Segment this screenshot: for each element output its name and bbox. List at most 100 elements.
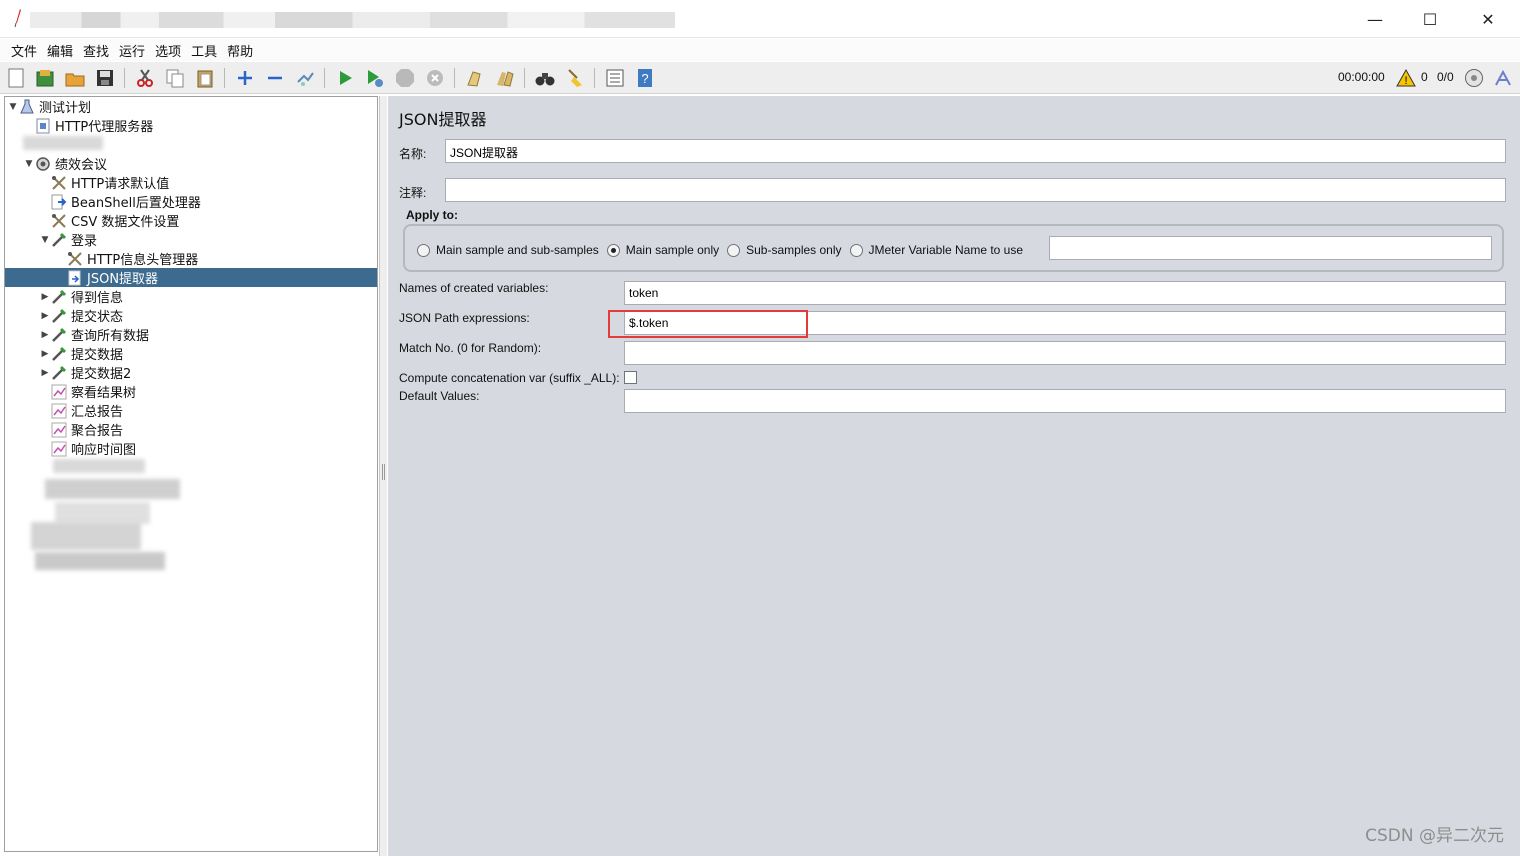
menu-run[interactable]: 运行 xyxy=(114,41,150,60)
function-helper-icon[interactable] xyxy=(604,67,626,89)
radio-sub-only[interactable] xyxy=(727,243,741,257)
tree-item[interactable]: ▼ 测试计划 xyxy=(7,97,91,116)
expand-toggle[interactable]: ▶ xyxy=(39,349,51,359)
expand-toggle[interactable]: ▶ xyxy=(39,330,51,340)
start-icon[interactable] xyxy=(334,67,356,89)
minimize-button[interactable]: — xyxy=(1355,6,1395,32)
names-field[interactable]: token xyxy=(624,281,1506,305)
default-values-label: Default Values: xyxy=(399,389,480,403)
menu-search[interactable]: 查找 xyxy=(78,41,114,60)
cut-icon[interactable] xyxy=(134,67,156,89)
panel-title: JSON提取器 xyxy=(399,110,487,129)
listener-icon xyxy=(51,403,67,419)
search-binoculars-icon[interactable] xyxy=(534,67,556,89)
copy-icon[interactable] xyxy=(164,67,186,89)
menu-help[interactable]: 帮助 xyxy=(222,41,258,60)
collapse-all-icon[interactable] xyxy=(264,67,286,89)
comment-field[interactable] xyxy=(445,178,1506,202)
sampler-icon xyxy=(51,346,67,362)
toggle-icon[interactable] xyxy=(294,67,316,89)
reset-search-icon[interactable] xyxy=(564,67,586,89)
tree-item[interactable]: ▶ 得到信息 xyxy=(39,287,123,306)
open-icon[interactable] xyxy=(64,67,86,89)
tree-item[interactable]: CSV 数据文件设置 xyxy=(39,211,179,230)
radio-sub-only-label[interactable]: Sub-samples only xyxy=(746,243,841,257)
extractor-icon xyxy=(67,270,83,286)
templates-icon[interactable] xyxy=(34,67,56,89)
shutdown-icon[interactable] xyxy=(424,67,446,89)
tree-item[interactable]: HTTP代理服务器 xyxy=(23,116,153,135)
tree-item[interactable]: HTTP信息头管理器 xyxy=(55,249,198,268)
highlight-annotation xyxy=(608,310,808,338)
expand-toggle[interactable]: ▼ xyxy=(39,235,51,245)
json-path-label: JSON Path expressions: xyxy=(399,311,530,325)
tree-item-label: 响应时间图 xyxy=(71,443,137,458)
tree-item[interactable]: ▼ 登录 xyxy=(39,230,97,249)
test-plan-tree[interactable]: ▼ 测试计划 HTTP代理服务器 ▼ 绩效会议 HTTP请求默认值 BeanSh… xyxy=(4,96,378,852)
warning-icon[interactable]: ! xyxy=(1395,67,1417,89)
clear-all-icon[interactable] xyxy=(494,67,516,89)
stop-icon[interactable] xyxy=(394,67,416,89)
menu-file[interactable]: 文件 xyxy=(6,41,42,60)
tree-item-label: HTTP代理服务器 xyxy=(55,120,154,135)
tree-item-label: BeanShell后置处理器 xyxy=(71,196,201,211)
expand-toggle[interactable]: ▶ xyxy=(39,292,51,302)
save-icon[interactable] xyxy=(94,67,116,89)
expand-toggle[interactable]: ▶ xyxy=(39,311,51,321)
tree-item[interactable]: 汇总报告 xyxy=(39,401,123,420)
tree-item-selected[interactable]: JSON提取器 xyxy=(5,268,377,287)
radio-main-only[interactable] xyxy=(606,243,620,257)
menu-edit[interactable]: 编辑 xyxy=(42,41,78,60)
concat-checkbox[interactable] xyxy=(624,371,637,384)
menu-options[interactable]: 选项 xyxy=(150,41,186,60)
expand-toggle[interactable]: ▼ xyxy=(23,159,35,169)
clear-icon[interactable] xyxy=(464,67,486,89)
tree-item[interactable]: 聚合报告 xyxy=(39,420,123,439)
new-icon[interactable] xyxy=(5,67,27,89)
log-viewer-icon[interactable] xyxy=(1492,67,1514,89)
radio-main-and-sub-label[interactable]: Main sample and sub-samples xyxy=(436,243,599,257)
name-field[interactable]: JSON提取器 xyxy=(445,139,1506,163)
default-values-field[interactable] xyxy=(624,389,1506,413)
expand-toggle[interactable]: ▼ xyxy=(7,102,19,112)
test-plan-icon xyxy=(19,99,35,115)
close-button[interactable]: ✕ xyxy=(1468,6,1508,32)
tree-item[interactable]: HTTP请求默认值 xyxy=(39,173,169,192)
redacted-item xyxy=(45,479,180,499)
sampler-icon xyxy=(51,289,67,305)
expand-all-icon[interactable] xyxy=(234,67,256,89)
panel-splitter[interactable] xyxy=(379,96,387,856)
splitter-grip[interactable] xyxy=(382,464,385,480)
tree-item[interactable]: ▼ 绩效会议 xyxy=(23,154,107,173)
concat-label: Compute concatenation var (suffix _ALL): xyxy=(399,371,620,385)
match-no-label: Match No. (0 for Random): xyxy=(399,341,542,355)
tree-item-label: 提交数据2 xyxy=(71,367,132,382)
jmeter-variable-field[interactable] xyxy=(1049,236,1492,260)
tree-item[interactable]: ▶ 提交数据 xyxy=(39,344,123,363)
sampler-icon xyxy=(51,327,67,343)
tree-item[interactable]: 察看结果树 xyxy=(39,382,136,401)
tree-item[interactable]: 响应时间图 xyxy=(39,439,136,458)
radio-main-only-label[interactable]: Main sample only xyxy=(626,243,719,257)
help-icon[interactable]: ? xyxy=(634,67,656,89)
remote-status-icon xyxy=(1463,67,1485,89)
radio-main-and-sub[interactable] xyxy=(417,243,430,257)
expand-toggle[interactable]: ▶ xyxy=(39,368,51,378)
tree-item[interactable]: ▶ 提交状态 xyxy=(39,306,123,325)
tree-item-label: HTTP请求默认值 xyxy=(71,177,170,192)
tree-item-label: JSON提取器 xyxy=(87,272,159,287)
redacted-item xyxy=(23,136,103,150)
radio-jmeter-variable-label[interactable]: JMeter Variable Name to use xyxy=(869,243,1024,257)
tree-item[interactable]: ▶ 提交数据2 xyxy=(39,363,131,382)
thread-count: 0/0 xyxy=(1437,70,1454,84)
names-label: Names of created variables: xyxy=(399,281,549,295)
name-label: 名称: xyxy=(399,147,427,161)
maximize-button[interactable]: ☐ xyxy=(1410,6,1450,32)
tree-item[interactable]: BeanShell后置处理器 xyxy=(39,192,201,211)
menu-tools[interactable]: 工具 xyxy=(186,41,222,60)
match-no-field[interactable] xyxy=(624,341,1506,365)
tree-item[interactable]: ▶ 查询所有数据 xyxy=(39,325,149,344)
paste-icon[interactable] xyxy=(194,67,216,89)
start-no-pauses-icon[interactable] xyxy=(364,67,386,89)
radio-jmeter-variable[interactable] xyxy=(849,243,863,257)
